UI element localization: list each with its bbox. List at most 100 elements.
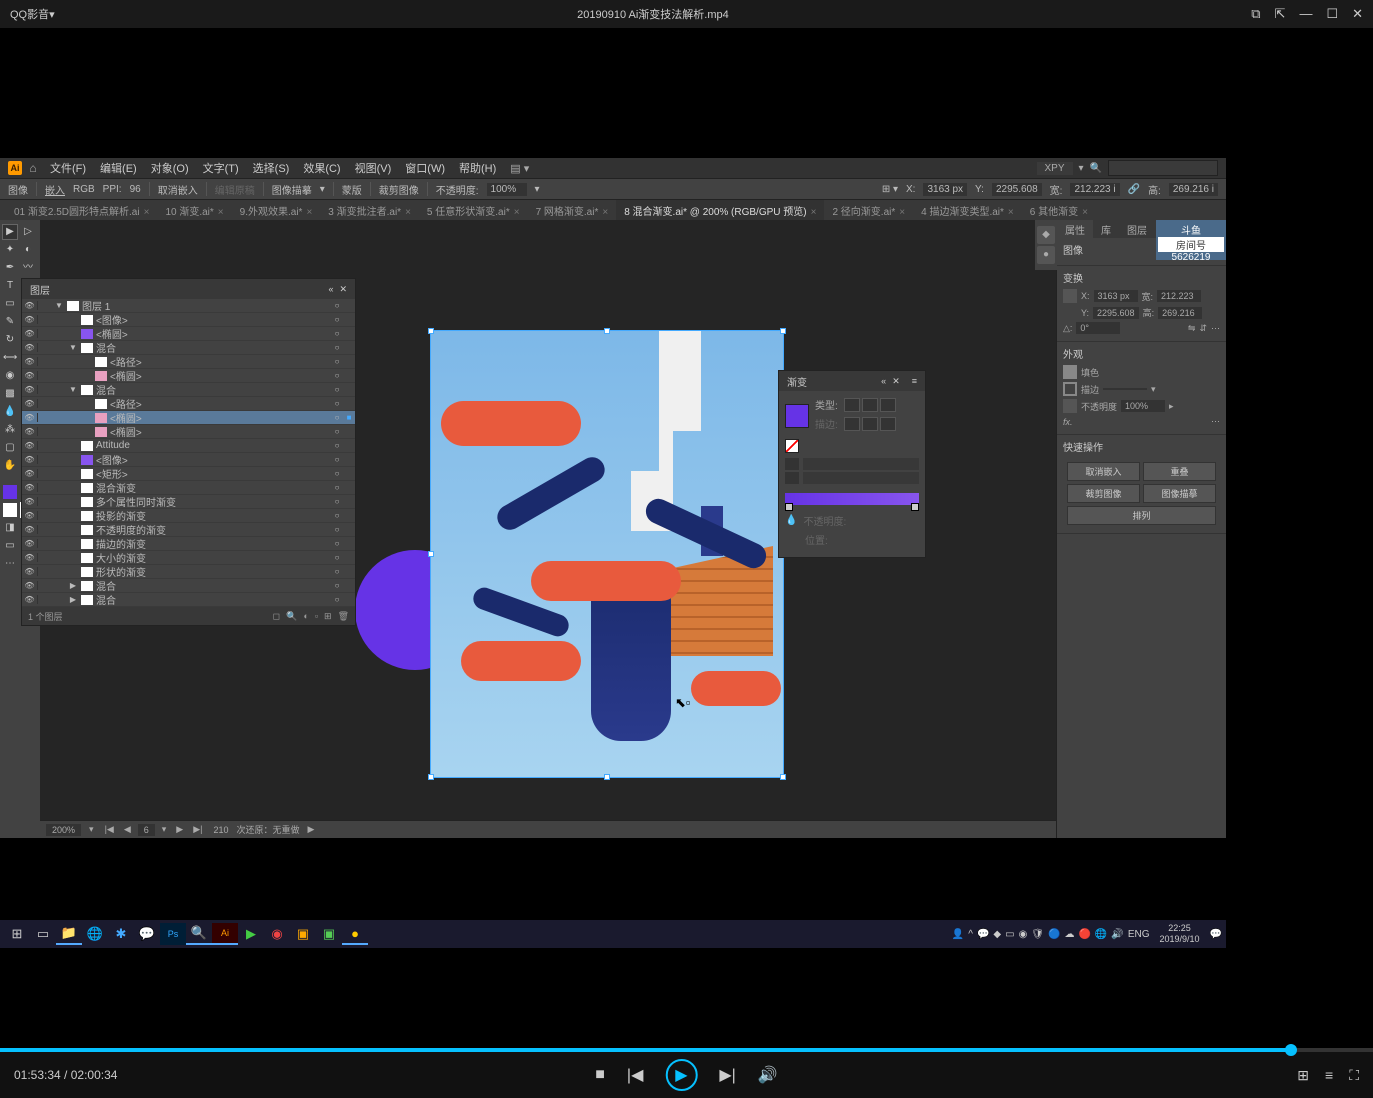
tray-icon[interactable]: 🔵 — [1048, 929, 1060, 940]
embed-button[interactable]: 嵌入 — [45, 182, 65, 197]
gradient-stop[interactable] — [911, 503, 919, 511]
magic-wand-tool[interactable]: ✦ — [2, 242, 18, 258]
stroke-grad-2-icon[interactable] — [862, 417, 878, 431]
width-tool[interactable]: ⟷ — [2, 350, 18, 366]
layer-row[interactable]: 👁▼混合○ — [22, 341, 355, 355]
dock-icon-1[interactable]: ◆ — [1037, 226, 1055, 244]
freeform-gradient-icon[interactable] — [880, 398, 896, 412]
layer-row[interactable]: 👁<图像>○ — [22, 453, 355, 467]
menu-item[interactable]: 文字(T) — [197, 158, 245, 178]
edit-toolbar[interactable]: ⋯ — [2, 556, 18, 572]
document-tab[interactable]: 8 混合渐变.ai* @ 200% (RGB/GPU 预览)× — [616, 200, 824, 220]
document-tab[interactable]: 4 描边渐变类型.ai*× — [913, 200, 1022, 220]
quick-unembed[interactable]: 取消嵌入 — [1067, 462, 1140, 481]
panel-collapse-icon[interactable]: « — [328, 284, 333, 295]
next-artboard-icon[interactable]: ▶ — [173, 824, 186, 836]
tray-icon[interactable]: ▭ — [1005, 929, 1014, 940]
fullscreen-icon[interactable]: ⛶ — [1349, 1067, 1359, 1084]
menu-item[interactable]: 编辑(E) — [94, 158, 143, 178]
layer-row[interactable]: 👁▼混合○ — [22, 383, 355, 397]
fx-button[interactable]: fx. — [1063, 417, 1073, 427]
layer-row[interactable]: 👁<椭圆>○ — [22, 425, 355, 439]
minimize-icon[interactable]: — — [1299, 6, 1312, 22]
app-icon-2[interactable]: ▣ — [316, 923, 342, 945]
edit-original-button[interactable]: 编辑原稿 — [215, 182, 255, 197]
layer-row[interactable]: 👁▶混合○ — [22, 579, 355, 593]
artboard-number[interactable]: 6 — [138, 824, 155, 836]
next-track-icon[interactable]: ▶| — [719, 1065, 735, 1085]
maximize-icon[interactable]: ☐ — [1326, 6, 1338, 22]
document-tab[interactable]: 01 渐变2.5D圆形特点解析.ai× — [6, 200, 157, 220]
layer-row[interactable]: 👁<路径>○ — [22, 397, 355, 411]
panel-close-icon[interactable]: ✕ — [892, 376, 900, 387]
fill-swatch[interactable] — [2, 484, 18, 500]
layer-row[interactable]: 👁描边的渐变○ — [22, 537, 355, 551]
menu-item[interactable]: 帮助(H) — [453, 158, 502, 178]
rotate-tool[interactable]: ↻ — [2, 332, 18, 348]
aspect-field[interactable] — [803, 472, 919, 484]
opacity-field[interactable]: 100% — [487, 183, 527, 196]
document-tab[interactable]: 6 其他渐变× — [1022, 200, 1096, 220]
rectangle-tool[interactable]: ▭ — [2, 296, 18, 312]
menu-item[interactable]: 选择(S) — [247, 158, 296, 178]
pen-tool[interactable]: ✒ — [2, 260, 18, 276]
start-icon[interactable]: ⊞ — [4, 923, 30, 945]
shaper-tool[interactable]: ✎ — [2, 314, 18, 330]
app-icon[interactable]: ▣ — [290, 923, 316, 945]
layer-row[interactable]: 👁<图像>○ — [22, 313, 355, 327]
x-field[interactable]: 3163 px — [923, 183, 967, 196]
music-app-icon[interactable]: ◉ — [264, 923, 290, 945]
fill-icon[interactable] — [1063, 365, 1077, 379]
layer-row[interactable]: 👁<椭圆>○ — [22, 369, 355, 383]
stop-icon[interactable]: ■ — [595, 1066, 605, 1084]
layer-row[interactable]: 👁混合渐变○ — [22, 481, 355, 495]
h-field[interactable]: 269.216 i — [1169, 183, 1218, 196]
artboard-tool[interactable]: ▢ — [2, 440, 18, 456]
tray-icon[interactable]: ◆ — [993, 929, 1001, 940]
y-field[interactable]: 2295.608 — [992, 183, 1042, 196]
tray-chevron-icon[interactable]: ^ — [968, 929, 973, 940]
prev-artboard-icon[interactable]: ◀ — [121, 824, 134, 836]
selected-image[interactable] — [430, 330, 784, 778]
layer-row[interactable]: 👁大小的渐变○ — [22, 551, 355, 565]
layer-row[interactable]: 👁不透明度的渐变○ — [22, 523, 355, 537]
layer-new-icon[interactable]: ⊞ — [324, 611, 332, 622]
layer-row[interactable]: 👁Attitude○ — [22, 439, 355, 453]
prop-x[interactable]: 3163 px — [1094, 290, 1138, 302]
layer-sublayer-icon[interactable]: ▫ — [315, 611, 318, 622]
eyedropper-icon[interactable]: 💧 — [785, 515, 797, 526]
user-label[interactable]: XPY — [1037, 162, 1073, 175]
image-trace-button[interactable]: 图像描摹 — [272, 182, 312, 197]
mask-button[interactable]: 蒙版 — [342, 182, 362, 197]
tab-layers[interactable]: 图层 — [1119, 220, 1155, 238]
w-field[interactable]: 212.223 i — [1070, 183, 1119, 196]
layer-row[interactable]: 👁<矩形>○ — [22, 467, 355, 481]
type-tool[interactable]: T — [2, 278, 18, 294]
photoshop-icon[interactable]: Ps — [160, 923, 186, 945]
layer-row[interactable]: 👁<椭圆>○■ — [22, 411, 355, 425]
pip-icon[interactable]: ⧉ — [1251, 6, 1260, 22]
direct-selection-tool[interactable]: ▷ — [20, 224, 36, 240]
layer-row[interactable]: 👁<路径>○ — [22, 355, 355, 369]
gradient-fill-stroke-icon[interactable] — [785, 439, 799, 453]
first-artboard-icon[interactable]: |◀ — [102, 824, 117, 836]
panel-menu-icon[interactable]: ≡ — [912, 376, 917, 387]
selection-tool[interactable]: ▶ — [2, 224, 18, 240]
quick-arrange[interactable]: 排列 — [1067, 506, 1216, 525]
menu-item[interactable]: 窗口(W) — [399, 158, 451, 178]
star-app-icon[interactable]: ✱ — [108, 923, 134, 945]
prop-y[interactable]: 2295.608 — [1093, 307, 1139, 319]
open-icon[interactable]: ⊞ — [1297, 1067, 1309, 1084]
people-icon[interactable]: 👤 — [952, 929, 964, 940]
mesh-tool[interactable]: ▩ — [2, 386, 18, 402]
document-tab[interactable]: 9.外观效果.ai*× — [232, 200, 321, 220]
wechat-icon[interactable]: 💬 — [134, 923, 160, 945]
layer-delete-icon[interactable]: 🗑 — [338, 611, 349, 622]
stroke-grad-1-icon[interactable] — [844, 417, 860, 431]
last-artboard-icon[interactable]: ▶| — [190, 824, 205, 836]
menu-item[interactable]: 效果(C) — [297, 158, 346, 178]
player-app-name[interactable]: QQ影音 — [10, 6, 49, 22]
search-input[interactable] — [1108, 160, 1218, 176]
document-tab[interactable]: 2 径向渐变.ai*× — [824, 200, 913, 220]
layer-row[interactable]: 👁形状的渐变○ — [22, 565, 355, 579]
